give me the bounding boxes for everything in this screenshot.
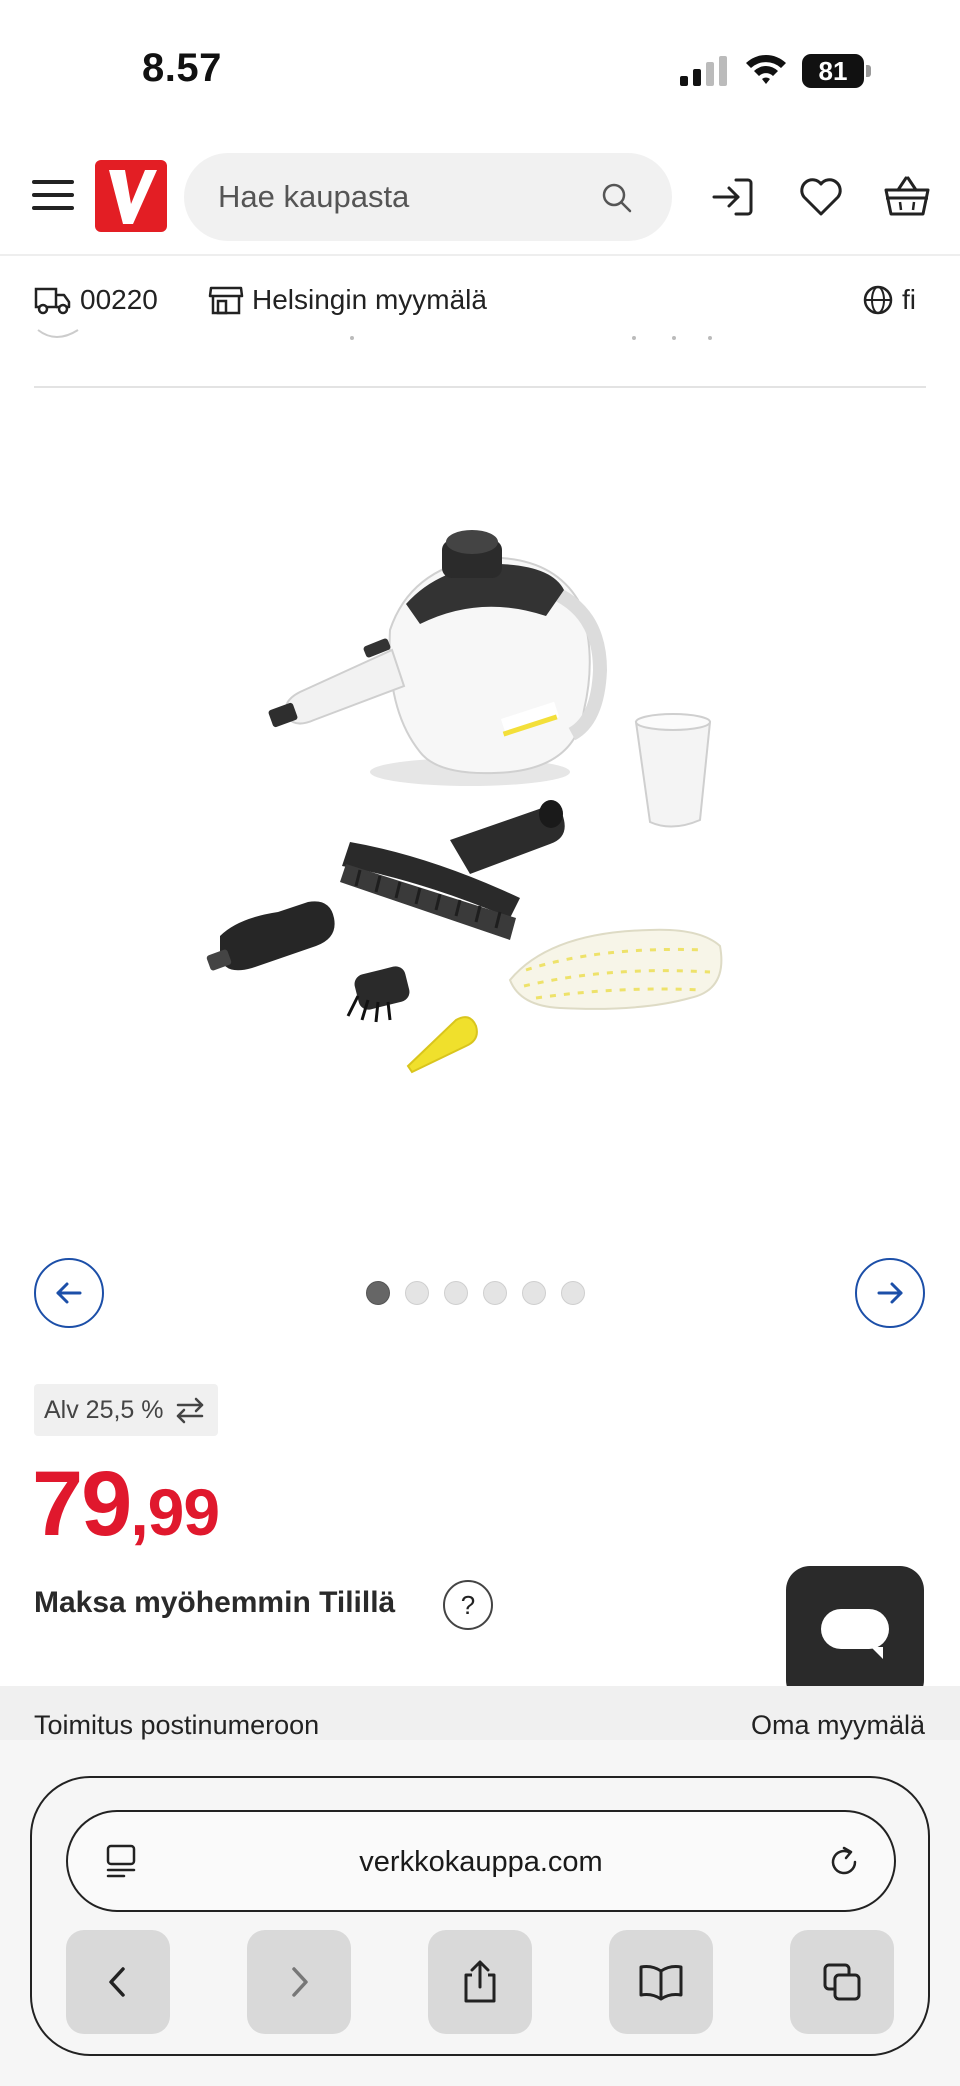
tabs-button[interactable] <box>790 1930 894 2034</box>
gallery-dots <box>366 1281 585 1305</box>
delivery-options: Toimitus postinumeroon Oma myymälä <box>0 1686 960 1746</box>
swap-icon <box>176 1397 203 1424</box>
postal-code-selector[interactable]: 00220 <box>34 282 158 318</box>
vat-label: Alv 25,5 % <box>44 1395 164 1424</box>
status-time: 8.57 <box>142 46 222 90</box>
browser-panel: verkkokauppa.com <box>30 1776 930 2056</box>
arrow-right-icon <box>877 1282 903 1304</box>
login-icon[interactable] <box>708 172 758 222</box>
status-bar: 8.57 81 <box>0 0 960 140</box>
scrolled-content-remnant <box>37 329 712 340</box>
battery-icon: 81 <box>802 54 872 88</box>
language-selector[interactable]: fi <box>862 282 916 318</box>
share-button[interactable] <box>428 1930 532 2034</box>
battery-level: 81 <box>802 54 864 88</box>
browser-toolbar: verkkokauppa.com <box>0 1740 960 2086</box>
logo-mark-icon <box>109 170 157 224</box>
gallery-dot[interactable] <box>522 1281 546 1305</box>
product-image[interactable] <box>180 520 780 1120</box>
back-button[interactable] <box>66 1930 170 2034</box>
wifi-icon <box>746 55 786 84</box>
pay-later-label: Maksa myöhemmin Tilillä <box>34 1586 396 1619</box>
chevron-right-icon <box>292 1967 308 1997</box>
gallery-dot[interactable] <box>405 1281 429 1305</box>
truck-icon <box>34 287 71 315</box>
reload-icon[interactable] <box>824 1842 864 1882</box>
book-icon <box>639 1965 683 2001</box>
product-price: 79,99 <box>32 1452 220 1557</box>
gallery-dot[interactable] <box>444 1281 468 1305</box>
gallery-dot[interactable] <box>561 1281 585 1305</box>
price-decimals: ,99 <box>130 1475 220 1549</box>
bookmarks-button[interactable] <box>609 1930 713 2034</box>
chevron-left-icon <box>109 1967 125 1997</box>
search-icon[interactable] <box>600 181 634 215</box>
delivery-store-tab[interactable]: Oma myymälä <box>751 1710 925 1741</box>
vat-toggle[interactable]: Alv 25,5 % <box>34 1384 218 1436</box>
language-code: fi <box>902 284 916 315</box>
share-icon <box>464 1960 496 2003</box>
menu-icon[interactable] <box>32 174 74 216</box>
search-input[interactable]: Hae kaupasta <box>184 153 672 241</box>
gallery-prev-button[interactable] <box>34 1258 104 1328</box>
heart-icon[interactable] <box>796 172 846 222</box>
site-header: Hae kaupasta <box>0 140 960 256</box>
section-divider <box>34 386 926 388</box>
chat-button[interactable] <box>786 1566 924 1704</box>
tabs-icon <box>823 1963 861 2001</box>
url-text: verkkokauppa.com <box>359 1846 603 1878</box>
arrow-left-icon <box>56 1282 82 1304</box>
store-name: Helsingin myymälä <box>252 284 487 315</box>
store-icon <box>208 286 244 315</box>
forward-button[interactable] <box>247 1930 351 2034</box>
address-bar[interactable]: verkkokauppa.com <box>66 1810 896 1912</box>
postal-code: 00220 <box>80 284 158 315</box>
basket-icon[interactable] <box>882 172 932 222</box>
signal-icon <box>680 56 727 86</box>
store-selector[interactable]: Helsingin myymälä <box>208 282 487 318</box>
gallery-next-button[interactable] <box>855 1258 925 1328</box>
delivery-postal-tab[interactable]: Toimitus postinumeroon <box>34 1710 319 1741</box>
gallery-dot[interactable] <box>483 1281 507 1305</box>
search-placeholder: Hae kaupasta <box>218 179 410 214</box>
pay-later-help-button[interactable]: ? <box>443 1580 493 1630</box>
globe-icon <box>863 285 893 315</box>
chat-icon <box>821 1609 889 1659</box>
gallery-dot[interactable] <box>366 1281 390 1305</box>
price-integer: 79 <box>32 1453 132 1555</box>
logo[interactable] <box>95 160 167 232</box>
page: 8.57 81 Hae kaupasta 00220 Helsingin myy… <box>0 0 960 2086</box>
